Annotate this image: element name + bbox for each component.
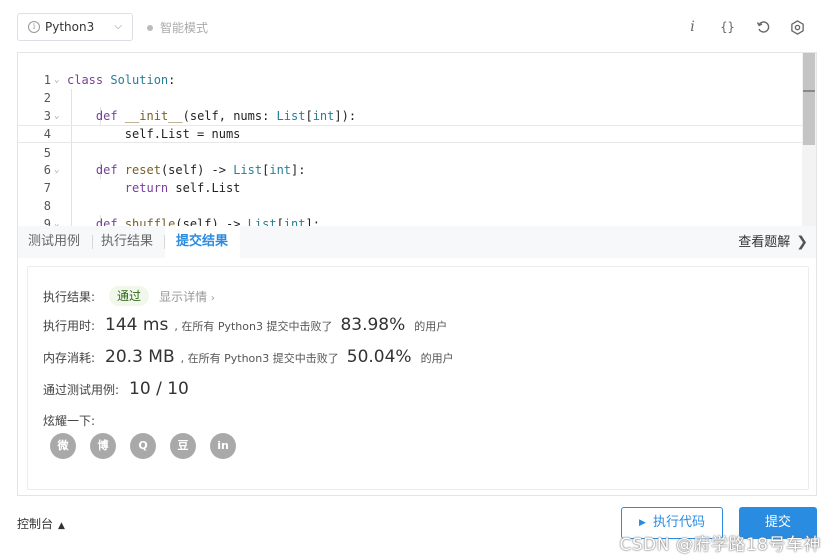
editor-toolbar: i Python3 ⌵ 智能模式 i {} [0, 0, 835, 52]
runtime-percentile: 83.98% [340, 315, 406, 335]
chevron-down-icon: ⌵ [114, 21, 122, 32]
language-select-value: Python3 [45, 20, 95, 34]
view-solution-label: 查看题解 [738, 235, 791, 250]
weibo-icon[interactable]: 博 [90, 433, 116, 459]
smart-mode-label: 智能模式 [160, 21, 209, 35]
code-line: 9 ⌄ def shuffle(self) -> List[int]: [43, 217, 320, 226]
code-line: 6 ⌄ def reset(self) -> List[int]: [43, 163, 306, 177]
status-badge: 通过 [109, 286, 150, 306]
code-line: 2 [43, 91, 51, 105]
testcases-value: 10 / 10 [129, 379, 189, 399]
chevron-right-small-icon: › [210, 292, 215, 304]
scrollbar-thumb[interactable] [803, 53, 815, 145]
view-solution-link[interactable]: 查看题解 ❯ [738, 226, 808, 258]
memory-suffix: 的用户 [420, 352, 454, 365]
wechat-icon[interactable]: 微 [50, 433, 76, 459]
result-panel: 执行结果: 通过 显示详情 › 执行用时: 144 ms , 在所有 Pytho… [17, 258, 817, 496]
testcases-label: 通过测试用例: [43, 383, 120, 397]
language-select[interactable]: i Python3 ⌵ [17, 13, 133, 41]
console-label: 控制台 [17, 517, 54, 531]
caret-up-icon: ▲ [58, 521, 65, 531]
memory-value: 20.3 MB [105, 347, 175, 367]
runtime-text: , 在所有 Python3 提交中击败了 [174, 320, 333, 333]
memory-percentile: 50.04% [346, 347, 412, 367]
chevron-right-icon: ❯ [796, 234, 808, 250]
info-icon[interactable]: i [675, 16, 710, 38]
tab-test-cases[interactable]: 测试用例 [28, 226, 80, 258]
settings-icon[interactable] [780, 16, 815, 38]
share-icons: 微 博 Q 豆 in [50, 433, 236, 459]
console-toggle[interactable]: 控制台 ▲ [17, 515, 65, 532]
memory-row: 内存消耗: 20.3 MB , 在所有 Python3 提交中击败了 50.04… [43, 347, 454, 367]
code-editor[interactable]: 1 ⌄ class Solution: 2 3 ⌄ def __init__(self… [17, 52, 817, 226]
run-code-label: 执行代码 [652, 515, 705, 530]
info-circle-icon: i [28, 21, 40, 33]
memory-text: , 在所有 Python3 提交中击败了 [180, 352, 339, 365]
smart-mode-toggle[interactable]: 智能模式 [147, 19, 208, 36]
status-label: 执行结果: [43, 289, 96, 304]
scrollbar-cursor-mark [803, 90, 815, 92]
tab-run-result[interactable]: 执行结果 [101, 226, 153, 258]
runtime-suffix: 的用户 [414, 320, 448, 333]
status-row: 执行结果: 通过 显示详情 › [43, 286, 215, 306]
code-line-current: 5 [18, 125, 802, 160]
mode-dot-icon [147, 24, 153, 31]
code-line: 1 ⌄ class Solution: [43, 73, 176, 87]
douban-icon[interactable]: 豆 [170, 433, 196, 459]
runtime-label: 执行用时: [43, 319, 96, 333]
show-details-link[interactable]: 显示详情 › [159, 288, 215, 305]
braces-icon[interactable]: {} [710, 16, 745, 38]
code-line: 10 copy_list = self.List[:] [18, 215, 802, 226]
editor-scrollbar[interactable] [802, 53, 816, 226]
csdn-watermark: CSDN @府学路18号车神 [619, 535, 821, 555]
runtime-value: 144 ms [105, 315, 169, 335]
qq-icon[interactable]: Q [130, 433, 156, 459]
share-label: 炫耀一下: [43, 414, 96, 428]
toolbar-icons: i {} [675, 16, 815, 38]
code-line: 3 ⌄ def __init__(self, nums: List[int]): [43, 109, 357, 123]
share-row: 炫耀一下: [43, 412, 95, 429]
tab-submit-result[interactable]: 提交结果 [165, 226, 240, 258]
linkedin-icon[interactable]: in [210, 433, 236, 459]
memory-label: 内存消耗: [43, 351, 96, 365]
result-tabs: 测试用例 执行结果 提交结果 查看题解 ❯ [17, 226, 817, 258]
testcases-row: 通过测试用例: 10 / 10 [43, 379, 189, 399]
runtime-row: 执行用时: 144 ms , 在所有 Python3 提交中击败了 83.98%… [43, 315, 447, 335]
submission-result-card: 执行结果: 通过 显示详情 › 执行用时: 144 ms , 在所有 Pytho… [27, 266, 809, 490]
reset-icon[interactable] [745, 16, 780, 38]
play-icon: ▶ [639, 518, 646, 528]
code-line: 8 [43, 199, 51, 213]
code-line: 4 self.List = nums [43, 127, 241, 141]
code-line: 7 return self.List [43, 181, 241, 195]
